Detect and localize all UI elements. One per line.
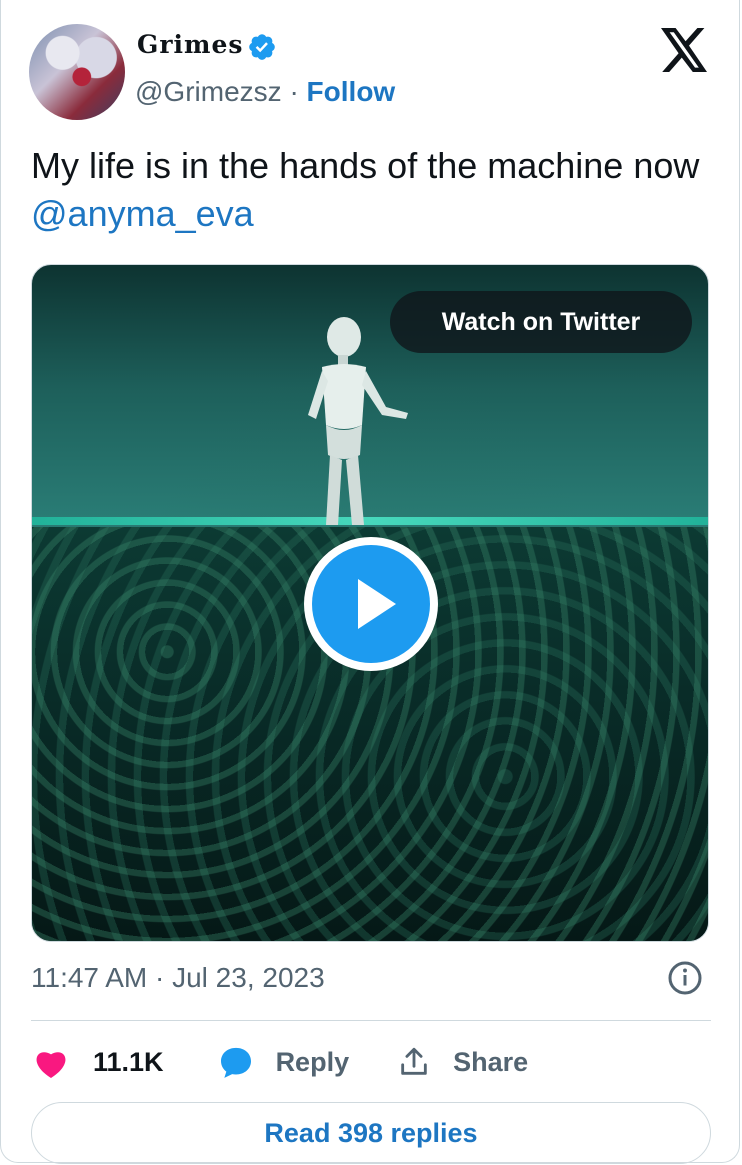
handle-row: @Grimezsz · Follow xyxy=(135,76,395,108)
reply-label: Reply xyxy=(275,1046,350,1077)
tweet-card: Grimes @Grimezsz · Follow My life is in … xyxy=(0,0,740,1164)
video-thumbnail[interactable]: Watch on Twitter xyxy=(31,264,709,942)
reply-bubble-icon xyxy=(220,1047,251,1078)
mention-link[interactable]: @anyma_eva xyxy=(31,193,254,234)
share-label: Share xyxy=(453,1046,529,1077)
tweet-timestamp[interactable]: 11:47 AM · Jul 23, 2023 xyxy=(31,962,325,994)
heart-icon xyxy=(36,1052,66,1078)
watch-on-twitter-button[interactable]: Watch on Twitter xyxy=(390,291,692,353)
share-button[interactable]: Share xyxy=(397,1045,528,1079)
follow-button[interactable]: Follow xyxy=(307,76,396,107)
reply-button[interactable]: Reply xyxy=(216,1042,350,1082)
action-bar: 11.1K Reply Share xyxy=(31,1040,528,1084)
author-name[interactable]: Grimes xyxy=(137,30,243,59)
divider xyxy=(31,1020,711,1021)
info-icon[interactable] xyxy=(667,960,703,996)
avatar[interactable] xyxy=(29,24,125,120)
like-button[interactable]: 11.1K xyxy=(31,1042,164,1082)
like-count: 11.1K xyxy=(93,1046,164,1077)
tweet-body: My life is in the hands of the machine n… xyxy=(31,145,700,186)
robot-figure xyxy=(308,317,408,525)
read-replies-button[interactable]: Read 398 replies xyxy=(31,1102,711,1164)
separator: · xyxy=(289,76,299,107)
play-icon xyxy=(358,579,396,629)
share-icon xyxy=(401,1047,427,1075)
x-logo-icon[interactable] xyxy=(661,28,709,72)
verified-badge-icon xyxy=(249,34,275,60)
author-handle[interactable]: @Grimezsz xyxy=(135,76,282,107)
tweet-text: My life is in the hands of the machine n… xyxy=(31,142,721,238)
play-button[interactable] xyxy=(304,537,438,671)
